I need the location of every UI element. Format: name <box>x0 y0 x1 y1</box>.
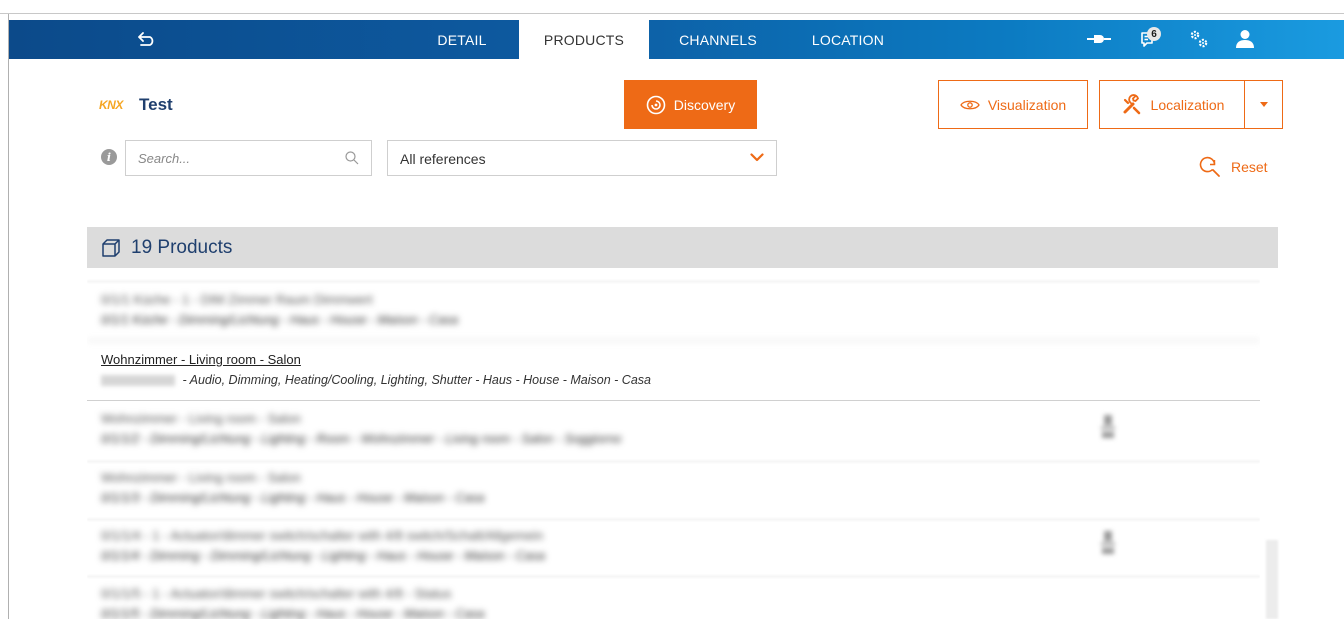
localization-label: Localization <box>1150 96 1225 113</box>
search-icon[interactable] <box>345 151 359 165</box>
tools-icon <box>1123 93 1140 114</box>
products-count: 19 Products <box>131 236 233 258</box>
reset-button[interactable]: Reset <box>1199 155 1268 179</box>
product-subtitle: 0/1/1/5 - Dimming/Lichtung - Lighting - … <box>101 607 485 619</box>
list-item[interactable]: 0/1/1/4 - 1 - Actuator/dimmer switch/sch… <box>87 528 1260 577</box>
chevron-down-icon <box>750 153 764 162</box>
notification-count-badge: 6 <box>1147 27 1161 41</box>
product-title: 0/1/1/5 - 1 - Actuator/dimmer switch/sch… <box>101 586 452 601</box>
reset-magnifier-icon <box>1199 156 1220 177</box>
product-title: Wohnzimmer - Living room - Salon <box>101 411 301 426</box>
cube-icon <box>102 238 120 257</box>
visualization-button[interactable]: Visualization <box>938 80 1088 129</box>
search-field <box>125 140 372 176</box>
products-section-header: 19 Products <box>87 227 1278 268</box>
product-title: Wohnzimmer - Living room - Salon <box>101 470 301 485</box>
list-scrollbar[interactable] <box>1266 540 1278 619</box>
references-select[interactable]: All references <box>387 140 777 176</box>
visualization-label: Visualization <box>987 96 1067 113</box>
user-profile-button[interactable] <box>1231 26 1259 52</box>
connection-button[interactable] <box>1083 26 1115 52</box>
info-icon[interactable]: i <box>101 149 117 165</box>
connection-plug-icon <box>1087 35 1111 43</box>
list-item[interactable]: 0/1/1/5 - 1 - Actuator/dimmer switch/sch… <box>87 586 1260 619</box>
window-left-border <box>8 14 9 619</box>
product-title: 0/1/1/4 - 1 - Actuator/dimmer switch/sch… <box>101 528 544 543</box>
settings-gears-icon <box>1190 30 1208 48</box>
reset-label: Reset <box>1231 159 1268 175</box>
product-subtitle: 0/1/1 Küche - Dimming/Lichtung - Haus - … <box>101 313 459 327</box>
project-title: Test <box>139 95 173 114</box>
tab-channels[interactable]: CHANNELS <box>654 20 782 59</box>
user-icon <box>1236 30 1254 48</box>
tab-detail[interactable]: DETAIL <box>407 20 517 59</box>
row-divider <box>87 281 1260 282</box>
eye-icon <box>960 100 980 109</box>
row-divider <box>87 461 1260 462</box>
references-selected-value: All references <box>400 151 486 167</box>
row-divider <box>87 576 1260 577</box>
discovery-button[interactable]: Discovery <box>624 80 757 129</box>
product-subtitle: 0/1/1/4 - Dimming - Dimming/Lichtung - L… <box>101 549 545 563</box>
list-item[interactable]: Wohnzimmer - Living room - Salon 0/1/1/2… <box>87 411 1260 460</box>
settings-button[interactable] <box>1184 26 1214 52</box>
list-item[interactable]: Wohnzimmer - Living room - Salon - Audio… <box>87 352 1260 401</box>
list-item[interactable]: 0/1/1 Küche - 1 - DIM Zimmer Raum Dimmwe… <box>87 292 1260 341</box>
window-top-border <box>0 0 1344 14</box>
knx-logo: KNX <box>99 98 123 112</box>
product-title: 0/1/1 Küche - 1 - DIM Zimmer Raum Dimmwe… <box>101 292 373 307</box>
discovery-radar-icon <box>646 95 666 114</box>
product-subtitle: - Audio, Dimming, Heating/Cooling, Light… <box>101 373 1260 387</box>
device-status-icon <box>1101 531 1115 554</box>
product-subtitle: 0/1/1/2 - Dimming/Lichtung - Lighting - … <box>101 432 622 446</box>
top-nav-bar: DETAIL PRODUCTS CHANNELS LOCATION 6 <box>9 20 1344 59</box>
product-functions: - Audio, Dimming, Heating/Cooling, Light… <box>179 373 651 387</box>
product-subtitle: 0/1/1/3 - Dimming/Lichtung - Lighting - … <box>101 491 485 505</box>
device-status-icon <box>1101 415 1115 438</box>
localization-dropdown-button[interactable] <box>1244 80 1283 129</box>
row-divider <box>87 519 1260 520</box>
caret-down-icon <box>1259 102 1268 107</box>
products-list: 0/1/1 Küche - 1 - DIM Zimmer Raum Dimmwe… <box>87 268 1260 619</box>
product-title-link[interactable]: Wohnzimmer - Living room - Salon <box>101 352 1260 367</box>
search-input[interactable] <box>126 141 336 175</box>
redacted-address <box>101 375 175 387</box>
tab-products[interactable]: PRODUCTS <box>519 20 649 59</box>
app-window: DETAIL PRODUCTS CHANNELS LOCATION 6 KNX … <box>0 0 1344 619</box>
back-arrow-icon <box>138 32 154 46</box>
list-item[interactable]: Wohnzimmer - Living room - Salon 0/1/1/3… <box>87 470 1260 519</box>
notifications-button[interactable]: 6 <box>1135 26 1165 52</box>
localization-button[interactable]: Localization <box>1099 80 1245 129</box>
back-button[interactable] <box>134 28 160 50</box>
discovery-label: Discovery <box>673 96 736 113</box>
tab-location[interactable]: LOCATION <box>784 20 912 59</box>
